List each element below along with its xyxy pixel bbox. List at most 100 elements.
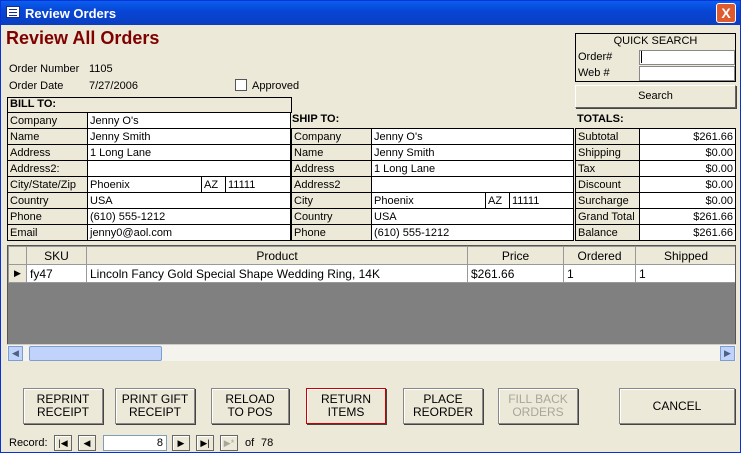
fill-back-orders-button[interactable]: FILL BACK ORDERS bbox=[498, 388, 578, 424]
bill-country-label: Country bbox=[7, 192, 88, 209]
next-record-icon[interactable]: ▶ bbox=[172, 435, 190, 451]
order-number-label: Order Number bbox=[9, 63, 80, 75]
last-record-icon[interactable]: ▶| bbox=[196, 435, 214, 451]
ship-city-label: City bbox=[291, 192, 372, 209]
window-title: Review Orders bbox=[25, 6, 117, 21]
order-date-value: 7/27/2006 bbox=[89, 80, 138, 92]
reload-line-1: RELOAD bbox=[225, 392, 275, 406]
bill-company-field[interactable]: Jenny O's bbox=[87, 112, 291, 129]
bill-country-field[interactable]: USA bbox=[87, 192, 291, 209]
order-date-label: Order Date bbox=[9, 80, 64, 92]
bill-phone-field[interactable]: (610) 555-1212 bbox=[87, 208, 291, 225]
ship-address2-label: Address2 bbox=[291, 176, 372, 193]
bill-name-field[interactable]: Jenny Smith bbox=[87, 128, 291, 145]
bill-address2-field[interactable] bbox=[87, 160, 291, 177]
place-reorder-button[interactable]: PLACE REORDER bbox=[403, 388, 483, 424]
first-record-icon[interactable]: |◀ bbox=[54, 435, 72, 451]
ship-phone-field[interactable]: (610) 555-1212 bbox=[371, 224, 574, 241]
scroll-right-icon[interactable]: ▶ bbox=[720, 346, 735, 361]
price-cell[interactable]: $261.66 bbox=[467, 264, 564, 283]
bill-address-field[interactable]: 1 Long Lane bbox=[87, 144, 291, 161]
totals-header: TOTALS: bbox=[577, 113, 624, 125]
shipped-cell[interactable]: 1 bbox=[635, 264, 735, 283]
ship-name-field[interactable]: Jenny Smith bbox=[371, 144, 574, 161]
form-icon bbox=[6, 6, 20, 18]
horizontal-scrollbar[interactable]: ◀ ▶ bbox=[7, 344, 736, 361]
bill-email-field[interactable]: jenny0@aol.com bbox=[87, 224, 291, 241]
grand-total-label: Grand Total bbox=[575, 208, 640, 225]
bill-city-field[interactable]: Phoenix bbox=[87, 176, 202, 193]
quick-search-title: QUICK SEARCH bbox=[613, 35, 698, 47]
search-button[interactable]: Search bbox=[575, 85, 736, 108]
reprint-receipt-button[interactable]: REPRINT RECEIPT bbox=[23, 388, 103, 424]
ship-address-field[interactable]: 1 Long Lane bbox=[371, 160, 574, 177]
scroll-thumb[interactable] bbox=[29, 346, 162, 361]
table-row[interactable]: ▶ fy47 Lincoln Fancy Gold Special Shape … bbox=[8, 264, 735, 283]
ship-address-label: Address bbox=[291, 160, 372, 177]
bill-to-header: BILL TO: bbox=[7, 97, 292, 113]
ship-country-field[interactable]: USA bbox=[371, 208, 574, 225]
ship-name-label: Name bbox=[291, 144, 372, 161]
ship-state-field[interactable]: AZ bbox=[485, 192, 510, 209]
return-line-2: ITEMS bbox=[327, 405, 365, 419]
price-column-header[interactable]: Price bbox=[467, 246, 564, 265]
shipping-value: $0.00 bbox=[639, 144, 736, 161]
ship-company-field[interactable]: Jenny O's bbox=[371, 128, 574, 145]
row-selector-header bbox=[8, 246, 27, 265]
gift-line-2: RECEIPT bbox=[128, 405, 181, 419]
ordered-cell[interactable]: 1 bbox=[563, 264, 636, 283]
return-items-button[interactable]: RETURN ITEMS bbox=[306, 388, 386, 424]
sku-cell[interactable]: fy47 bbox=[26, 264, 87, 283]
web-search-label: Web # bbox=[578, 67, 610, 79]
quick-search-panel: QUICK SEARCH Order# Web # bbox=[575, 33, 736, 82]
gift-line-1: PRINT GIFT bbox=[121, 392, 189, 406]
totals-table: Subtotal $261.66 Shipping $0.00 Tax $0.00 D… bbox=[575, 128, 736, 241]
close-icon[interactable]: X bbox=[721, 5, 730, 21]
bill-phone-label: Phone bbox=[7, 208, 88, 225]
approved-checkbox[interactable] bbox=[235, 79, 247, 91]
sku-column-header[interactable]: SKU bbox=[26, 246, 87, 265]
bill-email-label: Email bbox=[7, 224, 88, 241]
tax-label: Tax bbox=[575, 160, 640, 177]
reprint-line-2: RECEIPT bbox=[36, 405, 89, 419]
print-gift-receipt-button[interactable]: PRINT GIFT RECEIPT bbox=[115, 388, 195, 424]
reload-line-2: TO POS bbox=[227, 405, 273, 419]
product-column-header[interactable]: Product bbox=[86, 246, 468, 265]
ship-city-field[interactable]: Phoenix bbox=[371, 192, 486, 209]
current-record-field[interactable]: 8 bbox=[103, 435, 167, 451]
discount-label: Discount bbox=[575, 176, 640, 193]
reload-to-pos-button[interactable]: RELOAD TO POS bbox=[211, 388, 289, 424]
review-orders-window: Review Orders X Review All Orders Order … bbox=[0, 0, 741, 453]
cancel-button[interactable]: CANCEL bbox=[619, 388, 735, 424]
subtotal-value: $261.66 bbox=[639, 128, 736, 145]
bill-address-label: Address bbox=[7, 144, 88, 161]
close-button[interactable]: X bbox=[716, 3, 736, 23]
grand-total-value: $261.66 bbox=[639, 208, 736, 225]
ship-phone-label: Phone bbox=[291, 224, 372, 241]
current-row-arrow-icon: ▶ bbox=[8, 264, 27, 283]
bill-zip-field[interactable]: 11111 bbox=[225, 176, 291, 193]
ship-address2-field[interactable] bbox=[371, 176, 574, 193]
scroll-left-icon[interactable]: ◀ bbox=[8, 346, 23, 361]
ordered-column-header[interactable]: Ordered bbox=[563, 246, 636, 265]
order-number-value: 1105 bbox=[89, 63, 113, 75]
page-title: Review All Orders bbox=[6, 28, 160, 48]
reorder-line-1: PLACE bbox=[423, 392, 463, 406]
bill-csz-label: City/State/Zip bbox=[7, 176, 88, 193]
ship-country-label: Country bbox=[291, 208, 372, 225]
reprint-line-1: REPRINT bbox=[36, 392, 90, 406]
product-cell[interactable]: Lincoln Fancy Gold Special Shape Wedding… bbox=[86, 264, 468, 283]
record-total: 78 bbox=[261, 437, 274, 449]
shipped-column-header[interactable]: Shipped bbox=[635, 246, 735, 265]
bill-name-label: Name bbox=[7, 128, 88, 145]
approved-label: Approved bbox=[252, 80, 300, 92]
balance-value: $261.66 bbox=[639, 224, 736, 241]
web-search-input[interactable] bbox=[639, 66, 735, 81]
previous-record-icon[interactable]: ◀ bbox=[78, 435, 96, 451]
bill-company-label: Company bbox=[7, 112, 88, 129]
bill-state-field[interactable]: AZ bbox=[201, 176, 226, 193]
title-bar: Review Orders X bbox=[1, 1, 740, 25]
ship-zip-field[interactable]: 11111 bbox=[509, 192, 574, 209]
order-search-input[interactable] bbox=[639, 50, 735, 65]
fillback-line-2: ORDERS bbox=[512, 405, 564, 419]
